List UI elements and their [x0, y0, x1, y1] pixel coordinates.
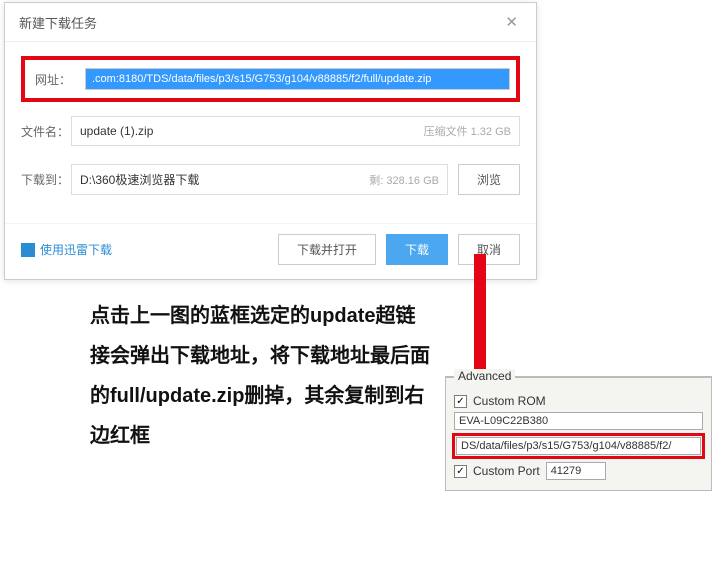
dialog-footer: 使用迅雷下载 下载并打开 下载 取消 — [5, 223, 536, 279]
rom-name-row: EVA-L09C22B380 — [446, 410, 711, 432]
url-row-highlight: 网址： — [21, 56, 520, 102]
path-input[interactable]: D:\360极速浏览器下载 剩: 328.16 GB — [71, 164, 448, 195]
filename-row: 文件名： update (1).zip 压缩文件 1.32 GB — [21, 116, 520, 146]
instruction-text: 点击上一图的蓝框选定的update超链接会弹出下载地址，将下载地址最后面的ful… — [90, 296, 435, 456]
rom-path-input[interactable]: DS/data/files/p3/s15/G753/g104/v88885/f2… — [456, 437, 701, 455]
browse-button[interactable]: 浏览 — [458, 164, 520, 195]
filename-value: update (1).zip — [80, 124, 153, 138]
filename-label: 文件名： — [21, 123, 71, 140]
xunlei-label: 使用迅雷下载 — [40, 241, 112, 258]
xunlei-link[interactable]: 使用迅雷下载 — [21, 241, 112, 258]
xunlei-icon — [21, 243, 35, 257]
custom-rom-checkbox[interactable]: ✓ — [454, 395, 467, 408]
download-dialog: 新建下载任务 ✕ 网址： 文件名： update (1).zip 压缩文件 1.… — [4, 2, 537, 280]
url-label: 网址： — [35, 71, 85, 88]
filename-hint: 压缩文件 1.32 GB — [424, 123, 511, 139]
custom-rom-row: ✓ Custom ROM — [446, 392, 711, 410]
custom-port-input[interactable]: 41279 — [546, 462, 606, 480]
path-value: D:\360极速浏览器下载 — [80, 171, 199, 188]
rom-name-input[interactable]: EVA-L09C22B380 — [454, 412, 703, 430]
path-hint: 剩: 328.16 GB — [369, 172, 439, 188]
dialog-titlebar: 新建下载任务 ✕ — [5, 3, 536, 42]
url-input[interactable] — [85, 68, 510, 90]
custom-port-label: Custom Port — [473, 464, 540, 478]
download-open-button[interactable]: 下载并打开 — [278, 234, 376, 265]
path-label: 下载到： — [21, 171, 71, 188]
advanced-panel: Advanced ✓ Custom ROM EVA-L09C22B380 DS/… — [445, 376, 712, 491]
custom-port-checkbox[interactable]: ✓ — [454, 465, 467, 478]
close-icon[interactable]: ✕ — [499, 11, 524, 33]
rom-path-highlight: DS/data/files/p3/s15/G753/g104/v88885/f2… — [452, 433, 705, 459]
advanced-legend: Advanced — [454, 369, 515, 383]
path-row: 下载到： D:\360极速浏览器下载 剩: 328.16 GB 浏览 — [21, 164, 520, 195]
dialog-title: 新建下载任务 — [19, 13, 97, 32]
download-button[interactable]: 下载 — [386, 234, 448, 265]
custom-rom-label: Custom ROM — [473, 394, 546, 408]
custom-port-row: ✓ Custom Port 41279 — [446, 460, 711, 482]
filename-input[interactable]: update (1).zip 压缩文件 1.32 GB — [71, 116, 520, 146]
dialog-body: 网址： 文件名： update (1).zip 压缩文件 1.32 GB 下载到… — [5, 42, 536, 217]
